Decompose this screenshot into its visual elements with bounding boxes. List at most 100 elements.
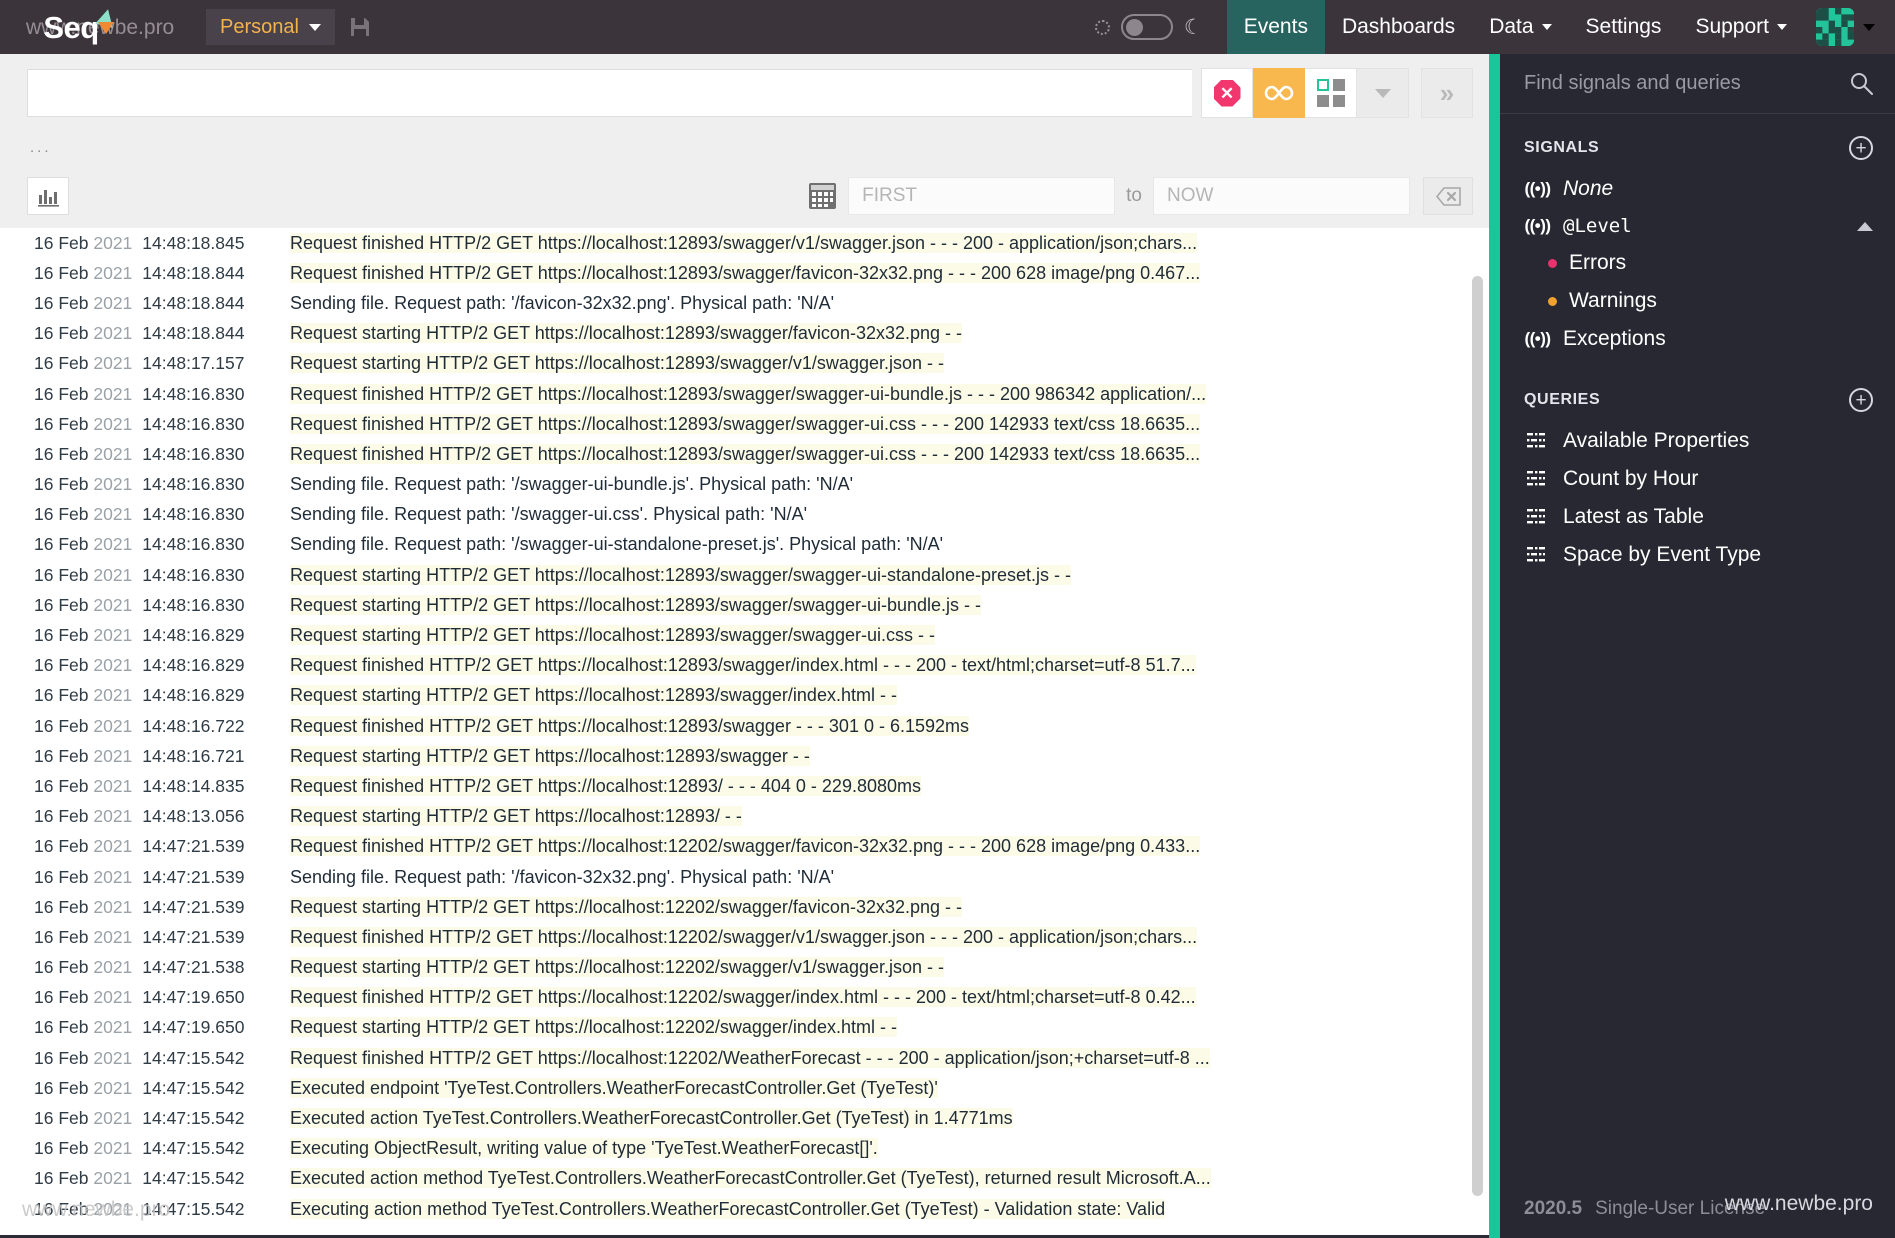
nav-item-settings[interactable]: Settings [1569, 0, 1679, 54]
event-message: Executing action method TyeTest.Controll… [290, 1198, 1166, 1219]
sidebar-query-space-by-event-type[interactable]: Space by Event Type [1500, 536, 1895, 574]
sidebar-signal-exceptions[interactable]: ((•)) Exceptions [1500, 320, 1895, 358]
event-message: Request starting HTTP/2 GET https://loca… [290, 353, 944, 374]
infinity-icon [1264, 85, 1293, 101]
event-row[interactable]: 16 Feb 2021 14:47:19.650 Request starting … [0, 1013, 1489, 1043]
sidebar-signal--level[interactable]: ((•)) @Level [1500, 208, 1895, 244]
event-message: Request starting HTTP/2 GET https://loca… [290, 745, 810, 766]
event-row[interactable]: 16 Feb 2021 14:48:18.845 Request finished … [0, 228, 1489, 258]
event-timestamp: 16 Feb 2021 14:48:16.830 [34, 534, 245, 555]
event-row[interactable]: 16 Feb 2021 14:48:14.835 Request finished … [0, 771, 1489, 801]
sidebar-signal-none[interactable]: ((•)) None [1500, 170, 1895, 208]
event-timestamp: 16 Feb 2021 14:47:15.542 [34, 1108, 245, 1129]
event-row[interactable]: 16 Feb 2021 14:48:16.722 Request finished … [0, 711, 1489, 741]
event-row[interactable]: 16 Feb 2021 14:48:16.830 Sending file. Req… [0, 470, 1489, 500]
search-input[interactable] [27, 69, 1192, 117]
theme-toggle[interactable]: ☾ [1094, 14, 1203, 40]
event-row[interactable]: 16 Feb 2021 14:48:16.830 Request finished … [0, 409, 1489, 439]
event-row[interactable]: 16 Feb 2021 14:47:15.542 Executing ObjectR… [0, 1134, 1489, 1164]
chevron-down-icon [1541, 24, 1552, 30]
event-row[interactable]: 16 Feb 2021 14:47:15.542 Executed action T… [0, 1103, 1489, 1133]
event-message: Request finished HTTP/2 GET https://loca… [290, 926, 1198, 947]
event-row[interactable]: 16 Feb 2021 14:47:15.542 Executing action … [0, 1194, 1489, 1224]
theme-switch[interactable] [1120, 14, 1173, 40]
sidebar-item-label: Count by Hour [1563, 467, 1699, 490]
scrollbar-thumb[interactable] [1472, 276, 1483, 1196]
event-message: Request starting HTTP/2 GET https://loca… [290, 323, 963, 344]
event-message: Executed action method TyeTest.Controlle… [290, 1168, 1211, 1189]
event-list[interactable]: 16 Feb 2021 14:48:18.845 Request finished … [0, 228, 1489, 1238]
avatar [1816, 8, 1854, 46]
nav-item-events[interactable]: Events [1226, 0, 1325, 54]
event-row[interactable]: 16 Feb 2021 14:48:16.829 Request starting … [0, 620, 1489, 650]
event-row[interactable]: 16 Feb 2021 14:47:15.542 Executed action m… [0, 1164, 1489, 1194]
nav-label: Events [1243, 15, 1308, 38]
event-row[interactable]: 16 Feb 2021 14:47:21.538 Request starting … [0, 953, 1489, 983]
event-row[interactable]: 16 Feb 2021 14:48:16.830 Request starting … [0, 560, 1489, 590]
sidebar-query-latest-as-table[interactable]: Latest as Table [1500, 498, 1895, 536]
event-row[interactable]: 16 Feb 2021 14:47:21.539 Request starting … [0, 892, 1489, 922]
date-to-input[interactable]: NOW [1153, 177, 1410, 215]
event-timestamp: 16 Feb 2021 14:48:16.722 [34, 715, 245, 736]
event-row[interactable]: 16 Feb 2021 14:48:16.830 Request starting … [0, 590, 1489, 620]
event-message: Sending file. Request path: '/swagger-ui… [290, 504, 808, 525]
sidebar-item-label: Space by Event Type [1563, 543, 1762, 566]
nav-item-dashboards[interactable]: Dashboards [1325, 0, 1472, 54]
event-message: Request finished HTTP/2 GET https://loca… [290, 987, 1196, 1008]
event-row[interactable]: 16 Feb 2021 14:48:18.844 Request finished … [0, 258, 1489, 288]
query-grid-icon [1524, 470, 1551, 488]
event-row[interactable]: 16 Feb 2021 14:47:21.539 Sending file. Req… [0, 862, 1489, 892]
chevron-down-icon [1374, 88, 1391, 98]
app-logo[interactable]: www.newbe.pro Seq [0, 0, 174, 54]
event-message: Request starting HTTP/2 GET https://loca… [290, 625, 935, 646]
user-menu[interactable] [1804, 8, 1895, 46]
event-list-scrollbar[interactable] [1472, 276, 1483, 1238]
event-row[interactable]: 16 Feb 2021 14:48:13.056 Request starting … [0, 802, 1489, 832]
query-grid-icon [1524, 432, 1551, 450]
date-from-input[interactable]: FIRST [848, 177, 1116, 215]
event-row[interactable]: 16 Feb 2021 14:48:16.829 Request finished … [0, 651, 1489, 681]
event-row[interactable]: 16 Feb 2021 14:48:17.157 Request starting … [0, 349, 1489, 379]
event-timestamp: 16 Feb 2021 14:47:19.650 [34, 987, 245, 1008]
sidebar-signal-warnings[interactable]: Warnings [1500, 282, 1895, 320]
signals-sidebar: Find signals and queries SIGNALS + ((•))… [1500, 54, 1895, 1238]
event-timestamp: 16 Feb 2021 14:48:16.830 [34, 594, 245, 615]
chart-toggle-button[interactable] [27, 177, 69, 215]
event-row[interactable]: 16 Feb 2021 14:47:21.539 Request finished … [0, 922, 1489, 952]
sidebar-item-label: Errors [1569, 251, 1627, 274]
event-row[interactable]: 16 Feb 2021 14:48:16.721 Request starting … [0, 741, 1489, 771]
add-query-button[interactable]: + [1849, 388, 1873, 412]
clear-date-range-button[interactable] [1423, 177, 1473, 215]
event-row[interactable]: 16 Feb 2021 14:47:21.539 Request finished … [0, 832, 1489, 862]
event-timestamp: 16 Feb 2021 14:48:14.835 [34, 775, 245, 796]
chevron-up-icon[interactable] [1857, 221, 1873, 231]
event-row[interactable]: 16 Feb 2021 14:47:15.542 Request finished … [0, 1043, 1489, 1073]
save-disk-icon[interactable] [349, 16, 371, 38]
chevron-down-icon [1777, 24, 1787, 30]
stop-button[interactable]: ✕ [1201, 68, 1253, 118]
event-row[interactable]: 16 Feb 2021 14:47:19.650 Request finished … [0, 983, 1489, 1013]
event-row[interactable]: 16 Feb 2021 14:48:18.844 Request starting … [0, 319, 1489, 349]
event-row[interactable]: 16 Feb 2021 14:48:16.830 Request finished … [0, 439, 1489, 469]
event-row[interactable]: 16 Feb 2021 14:47:15.542 Executed endpoint… [0, 1073, 1489, 1103]
follow-button[interactable] [1253, 68, 1305, 118]
sidebar-footer: 2020.5 Single-User License [1500, 1198, 1895, 1238]
expand-button[interactable]: » [1421, 68, 1473, 118]
event-row[interactable]: 16 Feb 2021 14:48:18.844 Sending file. Req… [0, 288, 1489, 318]
event-row[interactable]: 16 Feb 2021 14:48:16.830 Request finished … [0, 379, 1489, 409]
calendar-icon[interactable] [809, 183, 837, 209]
more-button[interactable] [1357, 68, 1409, 118]
add-signal-button[interactable]: + [1849, 136, 1873, 160]
sidebar-search[interactable]: Find signals and queries [1500, 54, 1895, 114]
event-row[interactable]: 16 Feb 2021 14:48:16.830 Sending file. Req… [0, 530, 1489, 560]
workspace-selector[interactable]: Personal [206, 9, 335, 45]
nav-item-support[interactable]: Support [1678, 0, 1804, 54]
sidebar-signal-errors[interactable]: Errors [1500, 244, 1895, 282]
sidebar-query-count-by-hour[interactable]: Count by Hour [1500, 460, 1895, 498]
event-row[interactable]: 16 Feb 2021 14:48:16.830 Sending file. Req… [0, 500, 1489, 530]
sidebar-search-input[interactable]: Find signals and queries [1524, 72, 1850, 95]
sidebar-query-available-properties[interactable]: Available Properties [1500, 422, 1895, 460]
nav-item-data[interactable]: Data [1472, 0, 1568, 54]
layout-button[interactable] [1305, 68, 1357, 118]
event-row[interactable]: 16 Feb 2021 14:48:16.829 Request starting … [0, 681, 1489, 711]
